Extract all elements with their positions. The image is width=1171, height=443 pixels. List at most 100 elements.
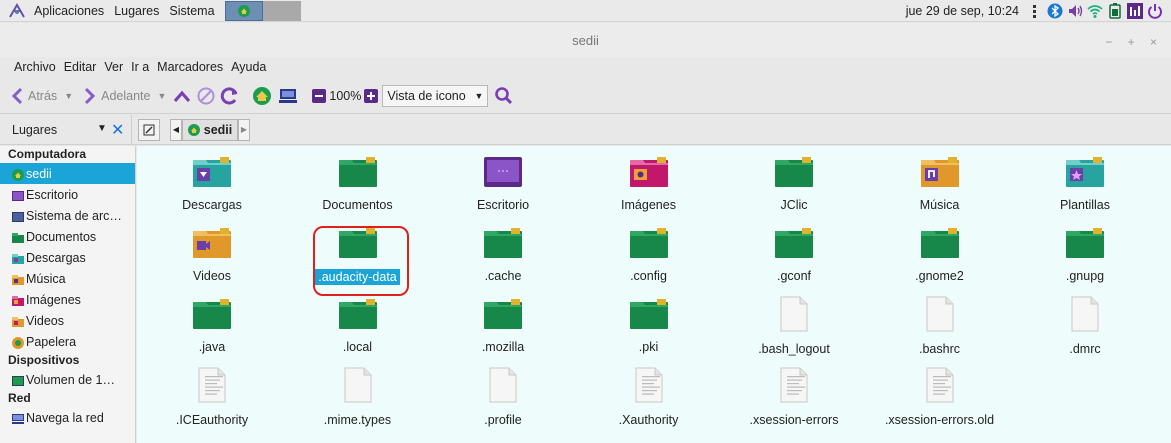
file-view[interactable]: Descargas Documentos Escritorio Imágenes JCl…: [137, 146, 1171, 443]
forward-dropdown-icon[interactable]: ▼: [157, 91, 166, 101]
zoom-level: 100%: [329, 88, 362, 103]
menu-aplicaciones[interactable]: Aplicaciones: [34, 4, 104, 18]
zoom-in-icon[interactable]: [364, 88, 379, 103]
sidebar-item[interactable]: Volumen de 1…: [0, 369, 135, 390]
view-mode-value: Vista de icono: [387, 88, 466, 103]
home-icon: [237, 4, 250, 17]
file-item[interactable]: Documentos: [290, 146, 426, 212]
file-item[interactable]: .gnupg: [1017, 217, 1153, 283]
file-item[interactable]: .local: [290, 288, 426, 354]
system-monitor-icon[interactable]: [1127, 3, 1143, 19]
file-item[interactable]: .xsession-errors.old: [872, 359, 1008, 427]
power-icon[interactable]: [1147, 3, 1163, 19]
file-item[interactable]: Videos: [144, 217, 280, 283]
sidebar-item-label: Imágenes: [26, 292, 81, 307]
file-item[interactable]: .Xauthority: [581, 359, 717, 427]
file-item[interactable]: .ICEauthority: [144, 359, 280, 427]
computer-icon[interactable]: [278, 87, 298, 105]
file-item[interactable]: .audacity-data: [290, 217, 426, 285]
sidebar-item[interactable]: Papelera: [0, 331, 135, 352]
file-item[interactable]: Plantillas: [1017, 146, 1153, 212]
volume-icon[interactable]: [1067, 3, 1083, 19]
sidebar-item[interactable]: sedii: [0, 163, 135, 184]
toggle-location-entry-button[interactable]: [138, 118, 160, 141]
drive-icon: [12, 211, 24, 222]
menu-archivo[interactable]: Archivo: [14, 60, 56, 74]
file-item[interactable]: .cache: [435, 217, 571, 283]
sidebar-item-label: sedii: [26, 166, 52, 181]
file-item[interactable]: Escritorio: [435, 146, 571, 212]
sidebar-item[interactable]: Música: [0, 268, 135, 289]
sidebar-type-select[interactable]: Lugares ▼ ✕: [0, 114, 132, 145]
file-item[interactable]: .profile: [435, 359, 571, 427]
path-scroll-left-button[interactable]: ◀: [170, 118, 182, 141]
menu-ayuda[interactable]: Ayuda: [231, 60, 266, 74]
path-button-sedii[interactable]: sedii: [182, 118, 238, 141]
bluetooth-icon[interactable]: [1047, 3, 1063, 19]
path-scroll-right-button[interactable]: ▶: [238, 118, 250, 141]
reload-icon[interactable]: [220, 86, 240, 106]
folder-icon: [338, 227, 378, 259]
file-item[interactable]: .mime.types: [290, 359, 426, 427]
sidebar-item[interactable]: Videos: [0, 310, 135, 331]
toolbar: Atrás ▼ Adelante ▼ 100% Vista de icono ▼: [0, 78, 1171, 114]
document-icon: [774, 367, 814, 403]
file-item-label: .gnupg: [1065, 269, 1105, 283]
file-item[interactable]: .bashrc: [872, 288, 1008, 356]
file-item[interactable]: JClic: [726, 146, 862, 212]
file-item[interactable]: Descargas: [144, 146, 280, 212]
taskbar-window-button[interactable]: [224, 0, 263, 21]
menu-ver[interactable]: Ver: [104, 60, 123, 74]
file-item[interactable]: .gnome2: [872, 217, 1008, 283]
back-dropdown-icon[interactable]: ▼: [64, 91, 73, 101]
forward-button[interactable]: Adelante ▼: [83, 87, 166, 105]
sidebar-item[interactable]: Imágenes: [0, 289, 135, 310]
folder-icon: [483, 156, 523, 188]
close-sidebar-icon[interactable]: ✕: [111, 120, 124, 140]
window-titlebar[interactable]: sedii − + ×: [0, 23, 1171, 57]
sidebar-item[interactable]: Descargas: [0, 247, 135, 268]
file-item[interactable]: .xsession-errors: [726, 359, 862, 427]
menu-ir-a[interactable]: Ir a: [131, 60, 149, 74]
sidebar-item[interactable]: Documentos: [0, 226, 135, 247]
sidebar-item[interactable]: Sistema de arc…: [0, 205, 135, 226]
top-panel: Aplicaciones Lugares Sistema jue 29 de s…: [0, 0, 1171, 22]
file-item[interactable]: .config: [581, 217, 717, 283]
back-button[interactable]: Atrás ▼: [10, 87, 73, 105]
zoom-out-icon[interactable]: [312, 88, 327, 103]
battery-icon[interactable]: [1107, 3, 1123, 19]
clock[interactable]: jue 29 de sep, 10:24: [906, 4, 1019, 18]
file-item[interactable]: .bash_logout: [726, 288, 862, 356]
up-arrow-icon[interactable]: [172, 87, 192, 105]
folder-icon: [338, 156, 378, 188]
file-item[interactable]: Imágenes: [581, 146, 717, 212]
file-item[interactable]: .pki: [581, 288, 717, 354]
folder-icon: [483, 227, 523, 259]
menu-editar[interactable]: Editar: [64, 60, 97, 74]
search-icon[interactable]: [494, 86, 514, 106]
sidebar-item[interactable]: Navega la red: [0, 407, 135, 428]
view-mode-select[interactable]: Vista de icono ▼: [382, 84, 489, 107]
window-controls[interactable]: − + ×: [1105, 35, 1163, 49]
sidebar-item-label: Navega la red: [26, 410, 104, 425]
document-icon: [338, 367, 378, 403]
home-icon[interactable]: [252, 86, 272, 106]
file-item[interactable]: .gconf: [726, 217, 862, 283]
file-item[interactable]: .mozilla: [435, 288, 571, 354]
file-item[interactable]: .dmrc: [1017, 288, 1153, 356]
menu-lugares[interactable]: Lugares: [114, 4, 159, 18]
edit-location-icon: [143, 124, 155, 135]
downloads-folder-icon: [12, 253, 24, 264]
stop-icon[interactable]: [196, 86, 216, 106]
wifi-icon[interactable]: [1087, 3, 1103, 19]
sidebar-item[interactable]: Escritorio: [0, 184, 135, 205]
file-item[interactable]: .java: [144, 288, 280, 354]
file-item-label: Descargas: [182, 198, 242, 212]
file-item-label: .mozilla: [481, 340, 525, 354]
taskbar-empty-slot[interactable]: [262, 0, 301, 21]
sidebar-item-label: Música: [26, 271, 66, 286]
file-item[interactable]: Música: [872, 146, 1008, 212]
app-menu-logo-icon[interactable]: [6, 1, 28, 21]
menu-marcadores[interactable]: Marcadores: [157, 60, 223, 74]
menu-sistema[interactable]: Sistema: [169, 4, 214, 18]
